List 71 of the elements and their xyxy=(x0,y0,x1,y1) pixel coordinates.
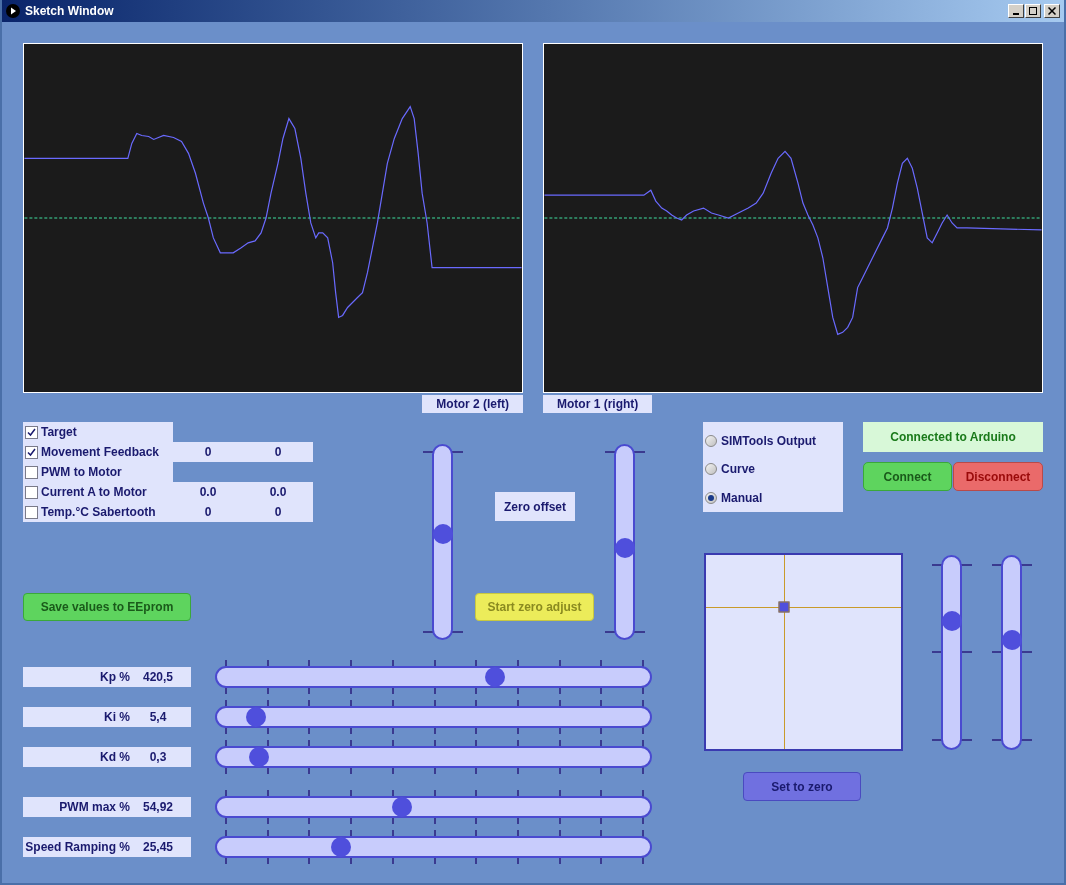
slider-track[interactable] xyxy=(614,444,635,640)
slider-thumb[interactable] xyxy=(248,747,269,767)
slider-thumb[interactable] xyxy=(245,707,266,727)
channel-value: 0 xyxy=(273,444,283,461)
slider-thumb[interactable] xyxy=(941,611,962,631)
mode-label: Curve xyxy=(721,461,755,479)
parameter-value: 5,4 xyxy=(148,709,168,726)
parameter-value: 54,92 xyxy=(142,799,174,816)
channel-value: 0 xyxy=(203,504,213,521)
parameter-name: Speed Ramping % xyxy=(24,839,130,856)
parameter-value: 420,5 xyxy=(142,669,174,686)
channel-value: 0.0 xyxy=(268,484,288,501)
set-zero-button[interactable]: Set to zero xyxy=(743,772,861,801)
parameter-value: 25,45 xyxy=(142,839,174,856)
channel-label: Current A to Motor xyxy=(41,484,147,501)
channel-value: 0.0 xyxy=(198,484,218,501)
slider-thumb[interactable] xyxy=(392,797,413,817)
channel-toggle[interactable]: Current A to Motor xyxy=(23,482,173,502)
checkbox[interactable] xyxy=(25,425,38,439)
channel-label: Movement Feedback xyxy=(41,444,160,461)
zero-offset-label: Zero offset xyxy=(495,492,575,521)
connect-button[interactable]: Connect xyxy=(863,462,952,491)
connection-status: Connected to Arduino xyxy=(863,422,1043,452)
maximize-icon xyxy=(1029,7,1037,15)
minimize-button[interactable] xyxy=(1008,4,1024,18)
slider-track[interactable] xyxy=(432,444,453,640)
slider-track[interactable] xyxy=(1001,555,1022,750)
radio-button[interactable] xyxy=(705,491,717,504)
slider-thumb[interactable] xyxy=(614,537,635,558)
parameter-name: Kp % xyxy=(99,669,130,686)
close-button[interactable] xyxy=(1044,4,1060,18)
radio-button[interactable] xyxy=(705,463,717,476)
slider-track[interactable] xyxy=(941,555,962,750)
radio-button[interactable] xyxy=(705,435,717,448)
channel-toggle[interactable]: Target xyxy=(23,422,173,442)
slider-thumb[interactable] xyxy=(331,837,352,857)
slider-thumb[interactable] xyxy=(1001,630,1022,651)
channel-toggle[interactable]: PWM to Motor xyxy=(23,462,173,482)
close-icon xyxy=(1048,7,1056,15)
channel-toggle[interactable]: Temp.°C Sabertooth xyxy=(23,502,173,522)
plot-label: Motor 2 (left) xyxy=(422,395,523,413)
checkbox[interactable] xyxy=(25,505,38,519)
channel-label: PWM to Motor xyxy=(41,464,122,481)
slider-track[interactable] xyxy=(215,666,652,688)
save-button[interactable]: Save values to EEprom xyxy=(23,593,191,621)
mode-label: SIMTools Output xyxy=(721,433,817,451)
checkbox[interactable] xyxy=(25,445,38,459)
mode-label: Manual xyxy=(721,489,763,507)
checkbox[interactable] xyxy=(25,465,38,479)
plot-label: Motor 1 (right) xyxy=(543,395,653,413)
play-icon xyxy=(6,4,20,18)
channel-label: Target xyxy=(41,424,77,441)
parameter-name: PWM max % xyxy=(58,799,130,816)
slider-track[interactable] xyxy=(215,746,652,768)
channel-toggle[interactable]: Movement Feedback xyxy=(23,442,173,462)
parameter-value: 0,3 xyxy=(148,749,168,766)
channel-label: Temp.°C Sabertooth xyxy=(41,504,156,521)
maximize-button[interactable] xyxy=(1025,4,1041,18)
window-title: Sketch Window xyxy=(25,3,114,20)
channel-value: 0 xyxy=(203,444,213,461)
slider-track[interactable] xyxy=(215,796,652,818)
slider-thumb[interactable] xyxy=(432,524,453,545)
checkbox[interactable] xyxy=(25,485,38,499)
slider-track[interactable] xyxy=(215,836,652,858)
xy-pad[interactable] xyxy=(704,553,903,751)
parameter-name: Kd % xyxy=(99,749,130,766)
channel-value: 0 xyxy=(273,504,283,521)
slider-thumb[interactable] xyxy=(484,667,505,687)
pad-marker[interactable] xyxy=(778,601,790,613)
parameter-name: Ki % xyxy=(103,709,130,726)
slider-track[interactable] xyxy=(215,706,652,728)
